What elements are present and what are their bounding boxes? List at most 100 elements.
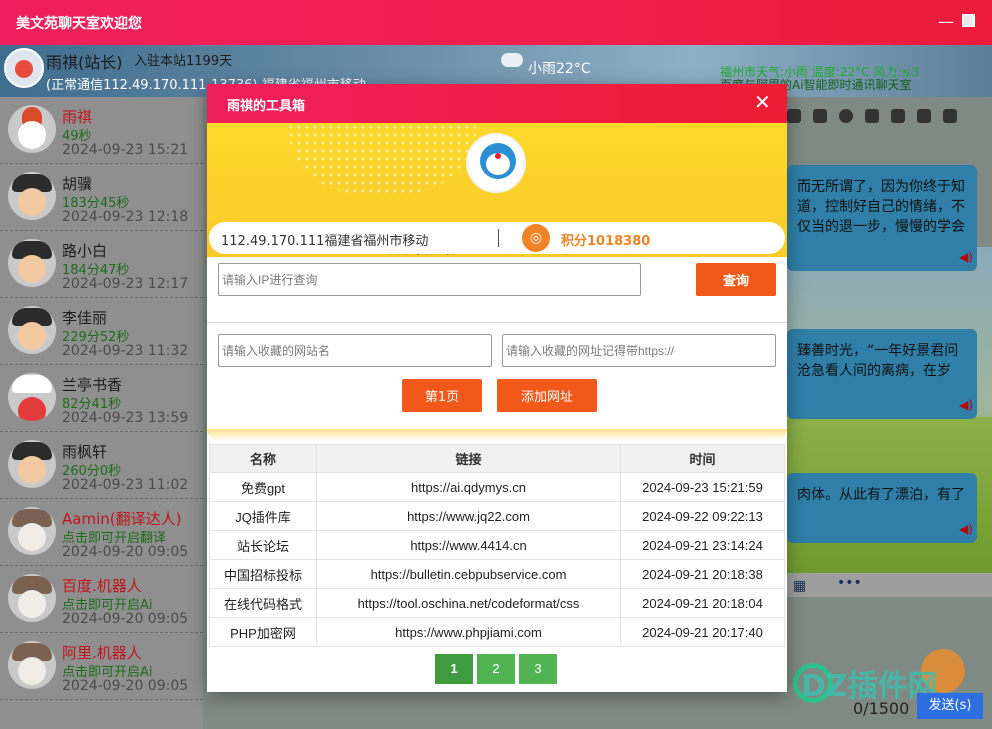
link-cell[interactable]: https://ai.qdymys.cn <box>316 472 621 502</box>
avatar-face <box>18 657 46 685</box>
ip-query-input[interactable] <box>218 263 641 296</box>
speaker-icon[interactable]: ◀) <box>959 519 973 539</box>
avatar-face <box>18 590 46 618</box>
contact-item[interactable]: 雨枫轩 260分0秒 2024-09-23 11:02 <box>0 432 203 499</box>
name-cell: 站长论坛 <box>209 530 317 560</box>
avatar-hair <box>12 375 52 393</box>
pagination: 123 <box>435 654 561 684</box>
name-cell: 中国招标投标 <box>209 559 317 589</box>
contact-time: 2024-09-23 13:59 <box>62 410 189 426</box>
contact-item[interactable]: 雨祺 49秒 2024-09-23 15:21 <box>0 97 203 164</box>
query-button[interactable]: 查询 <box>696 263 776 296</box>
share-icon[interactable] <box>943 109 957 123</box>
time-cell: 2024-09-21 23:14:24 <box>620 530 785 560</box>
contact-item[interactable]: 路小白 184分47秒 2024-09-23 12:17 <box>0 231 203 298</box>
points: 积分1018380 <box>561 234 651 249</box>
contact-item[interactable]: 百度.机器人 点击即可开启Ai 2024-09-20 09:05 <box>0 566 203 633</box>
page-1-button[interactable]: 1 <box>435 654 473 684</box>
windows-icon[interactable]: ▦ <box>793 578 806 594</box>
page-2-button[interactable]: 2 <box>477 654 515 684</box>
contact-time: 2024-09-23 11:32 <box>62 343 189 359</box>
avatar <box>8 239 56 287</box>
avatar-face <box>18 255 46 283</box>
bookmark-table: 名称 链接 时间 免费gpt https://ai.qdymys.cn 2024-0… <box>209 444 785 647</box>
contact-time: 2024-09-20 09:05 <box>62 678 189 694</box>
send-button[interactable]: 发送(s) <box>917 693 983 719</box>
avatar <box>8 105 56 153</box>
trash-icon[interactable] <box>917 109 931 123</box>
table-row[interactable]: 站长论坛 https://www.4414.cn 2024-09-21 23:14:… <box>209 530 785 560</box>
contact-name: 雨祺 <box>62 108 93 126</box>
name-cell: JQ插件库 <box>209 501 317 531</box>
avatar <box>8 306 56 354</box>
link-cell[interactable]: https://tool.oschina.net/codeformat/css <box>316 588 621 618</box>
contact-item[interactable]: 胡骥 183分45秒 2024-09-23 12:18 <box>0 164 203 231</box>
divider <box>207 322 787 323</box>
speaker-icon[interactable]: ◀) <box>959 395 973 415</box>
link-cell[interactable]: https://www.phpjiami.com <box>316 617 621 647</box>
avatar <box>8 641 56 689</box>
site-name-input[interactable] <box>218 334 492 367</box>
table-row[interactable]: 中国招标投标 https://bulletin.cebpubservice.com… <box>209 559 785 589</box>
site-url-input[interactable] <box>502 334 776 367</box>
avatar <box>8 507 56 555</box>
more-icon[interactable]: ••• <box>837 575 862 591</box>
contact-name: 雨枫轩 <box>62 443 108 461</box>
column-header: 名称 <box>209 444 317 473</box>
page-button[interactable]: 第1页 <box>402 379 482 412</box>
link-cell[interactable]: https://bulletin.cebpubservice.com <box>316 559 621 589</box>
name-cell: 免费gpt <box>209 472 317 502</box>
contact-name: 阿里.机器人 <box>62 644 142 662</box>
contact-time: 2024-09-23 12:18 <box>62 209 189 225</box>
grid-icon[interactable] <box>813 109 827 123</box>
page-3-button[interactable]: 3 <box>519 654 557 684</box>
contact-item[interactable]: 李佳丽 229分52秒 2024-09-23 11:32 <box>0 298 203 365</box>
close-icon[interactable]: ✕ <box>754 91 771 113</box>
maximize-icon[interactable] <box>962 14 975 27</box>
toggle-icon[interactable] <box>839 109 853 123</box>
contact-time: 2024-09-23 11:02 <box>62 477 189 493</box>
message-text: 而无所谓了，因为你终于知道，控制好自己的情绪，不仅当的退一步，慢慢的学会 <box>797 179 965 235</box>
avatar-face <box>18 322 46 350</box>
message-bubble: 而无所谓了，因为你终于知道，控制好自己的情绪，不仅当的退一步，慢慢的学会 ◀) <box>787 165 977 271</box>
table-row[interactable]: 免费gpt https://ai.qdymys.cn 2024-09-23 15:2… <box>209 472 785 502</box>
qq-icon[interactable] <box>891 109 905 123</box>
minimize-icon[interactable]: — <box>938 12 954 31</box>
time-cell: 2024-09-22 09:22:13 <box>620 501 785 531</box>
cloud-icon <box>501 53 523 67</box>
avatar[interactable] <box>4 48 44 88</box>
table-row[interactable]: PHP加密网 https://www.phpjiami.com 2024-09-21… <box>209 617 785 647</box>
contact-list: 雨祺 49秒 2024-09-23 15:21 胡骥 183分45秒 2024-09-23… <box>0 97 203 729</box>
avatar-face <box>15 60 33 78</box>
add-url-button[interactable]: 添加网址 <box>497 379 597 412</box>
avatar <box>8 373 56 421</box>
avatar-face <box>18 456 46 484</box>
table-row[interactable]: JQ插件库 https://www.jq22.com 2024-09-22 09:2… <box>209 501 785 531</box>
speaker-icon[interactable]: ◀) <box>959 247 973 267</box>
weather-label: 小雨22°C <box>528 61 591 77</box>
contact-item[interactable]: 阿里.机器人 点击即可开启Ai 2024-09-20 09:05 <box>0 633 203 700</box>
message-bubble: 肉体。从此有了漂泊，有了 ◀) <box>787 473 977 543</box>
avatar <box>8 574 56 622</box>
toolbox-modal: 雨祺的工具箱 ✕ 您好:雨祺(站长)，入驻本站1199天，签到28次 112.4… <box>207 84 787 692</box>
column-header: 时间 <box>620 444 785 473</box>
link-cell[interactable]: https://www.jq22.com <box>316 501 621 531</box>
contact-item[interactable]: Aamin(翻译达人) 点击即可开启翻译 2024-09-20 09:05 <box>0 499 203 566</box>
input-toolbar: ▦ ••• <box>783 573 992 597</box>
modal-header: 雨祺的工具箱 ✕ <box>207 84 787 123</box>
mail-icon[interactable] <box>865 109 879 123</box>
bell-icon[interactable] <box>787 109 801 123</box>
contact-time: 2024-09-20 09:05 <box>62 611 189 627</box>
name-cell: 在线代码格式 <box>209 588 317 618</box>
contact-item[interactable]: 兰亭书香 82分41秒 2024-09-23 13:59 <box>0 365 203 432</box>
chat-toolbar <box>783 109 992 129</box>
contact-name: 胡骥 <box>62 175 93 193</box>
contact-name: Aamin(翻译达人) <box>62 510 182 528</box>
link-cell[interactable]: https://www.4414.cn <box>316 530 621 560</box>
contact-name: 兰亭书香 <box>62 376 123 394</box>
table-row[interactable]: 在线代码格式 https://tool.oschina.net/codeforma… <box>209 588 785 618</box>
join-days: 入驻本站1199天 <box>134 54 233 69</box>
banner-edge <box>207 429 787 441</box>
column-header: 链接 <box>316 444 621 473</box>
table-header-row: 名称 链接 时间 <box>209 444 785 473</box>
